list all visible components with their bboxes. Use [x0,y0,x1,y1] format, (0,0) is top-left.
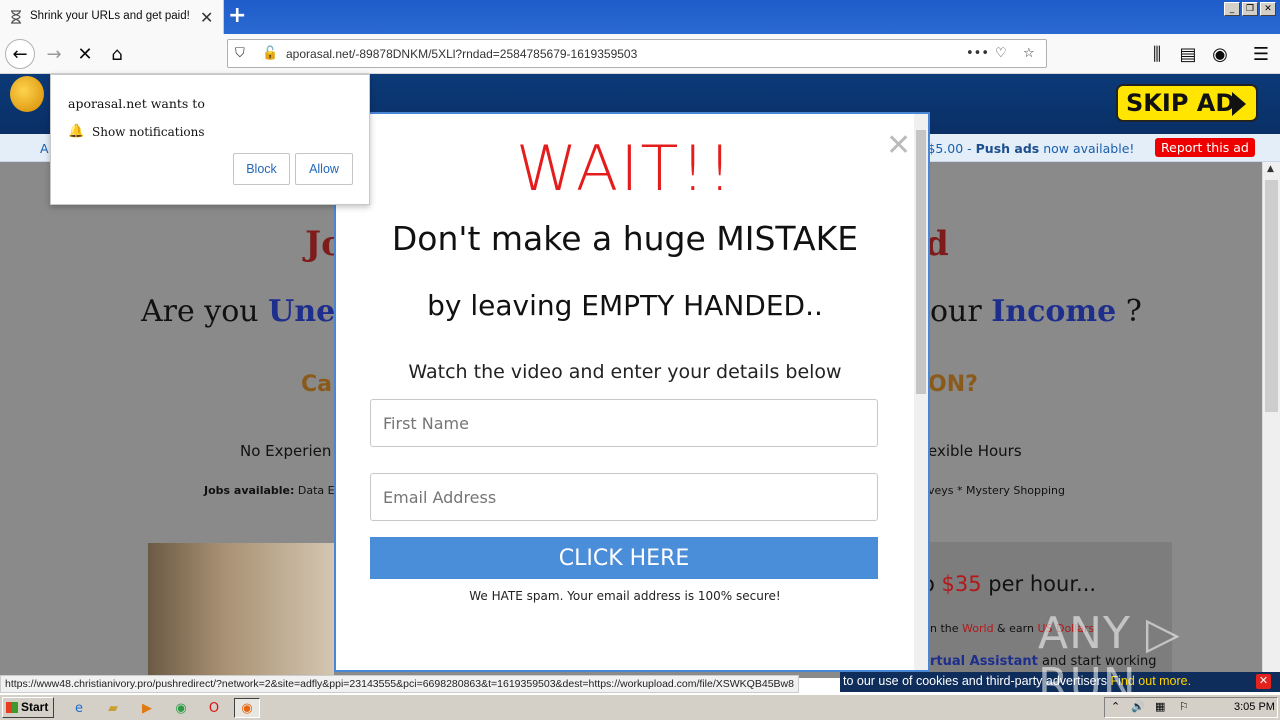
spam-note: We HATE spam. Your email address is 100%… [469,589,781,603]
jobs-right: veys * Mystery Shopping [928,484,1066,497]
window-controls: _ ❐ ✕ [1224,2,1276,16]
modal-scrollbar-thumb[interactable] [916,130,926,394]
modal-line-1: Don't make a huge MISTAKE [391,219,859,258]
bookshelf-photo [148,543,334,678]
volume-icon[interactable]: 🔊 [1131,700,1145,713]
click-here-button[interactable]: CLICK HERE [370,537,878,579]
modal-line-2: by leaving EMPTY HANDED.. [427,289,823,322]
url-text[interactable]: aporasal.net/-89878DNKM/5XLl?rndad=25847… [286,47,637,61]
menu-icon[interactable]: ☰ [1247,40,1275,68]
world-pre: n the [930,622,963,635]
sub-right-text: our [930,294,992,329]
gold-right: ON? [928,372,978,397]
notification-permission-popup: aporasal.net wants to 🔔 Show notificatio… [50,74,370,205]
bee-logo-icon [10,76,44,112]
notification-question: aporasal.net wants to [68,96,205,111]
account-icon[interactable]: ◉ [1206,40,1234,68]
exit-intent-modal: ✕ WAIT!! Don't make a huge MISTAKE by le… [334,112,930,672]
action-center-flag-icon[interactable]: ⚐ [1179,700,1189,713]
insecure-lock-icon[interactable]: 🔓 [262,46,278,61]
close-window-button[interactable]: ✕ [1260,2,1276,16]
network-icon[interactable]: ▦ [1155,700,1165,713]
back-icon[interactable]: ← [5,39,35,69]
ie-icon[interactable]: e [68,698,90,718]
play-arrow-icon [1232,92,1246,116]
forward-icon[interactable]: → [40,40,68,68]
home-icon[interactable]: ⌂ [103,40,131,68]
pocket-icon[interactable]: ♡ [995,46,1007,61]
start-label: Start [21,700,49,714]
feature-left: No Experien [240,442,332,460]
windows-taskbar: Start e ▰ ▶ ◉ O ◉ ⌃ 🔊 ▦ ⚐ 3:05 PM [0,694,1280,720]
modal-wait-heading: WAIT!! [515,132,735,205]
jobs-left: Jobs available: Data E [204,484,335,497]
media-player-icon[interactable]: ▶ [136,698,158,718]
stop-icon[interactable]: ✕ [71,40,99,68]
clock: 3:05 PM [1234,701,1275,713]
world-word: World [962,622,994,635]
sub-left-text: Are you [141,294,269,329]
page-actions-icon[interactable]: ••• [966,46,989,61]
pay-post: per hour... [981,572,1097,596]
modal-line-3: Watch the video and enter your details b… [408,361,842,383]
pay-rate: o $35 per hour... [922,572,1096,596]
feature-right: exible Hours [928,442,1022,460]
world-post: & earn [993,622,1038,635]
report-ad-button[interactable]: Report this ad [1155,138,1255,157]
jobs-left-text: Data E [294,484,335,497]
chrome-icon[interactable]: ◉ [170,698,192,718]
skip-ad-label: SKIP AD [1126,89,1236,117]
notification-permission-label: Show notifications [92,125,205,139]
first-name-input[interactable] [370,399,878,447]
promo-bold: Push ads [975,141,1040,156]
start-button[interactable]: Start [2,697,54,718]
minimize-button[interactable]: _ [1224,2,1240,16]
sub-right-tail: ? [1116,294,1142,329]
explorer-folder-icon[interactable]: ▰ [102,698,124,718]
tray-expand-icon[interactable]: ⌃ [1111,700,1120,713]
address-bar[interactable]: ⛉ 🔓 aporasal.net/-89878DNKM/5XLl?rndad=2… [227,39,1047,68]
sub-right-bold: Income [991,294,1117,329]
scroll-up-icon[interactable]: ▲ [1267,164,1274,174]
block-button[interactable]: Block [233,153,290,185]
navigation-toolbar: ← → ✕ ⌂ ⛉ 🔓 aporasal.net/-89878DNKM/5XLl… [0,34,1280,74]
allow-button[interactable]: Allow [295,153,353,185]
promo-left-text[interactable]: A [40,141,49,156]
status-bar-url: https://www48.christianivory.pro/pushred… [0,675,799,693]
jobs-label: Jobs available: [204,484,295,497]
bookmark-star-icon[interactable]: ☆ [1023,46,1035,61]
email-input[interactable] [370,473,878,521]
page-scrollbar-thumb[interactable] [1265,180,1278,412]
windows-logo-icon [6,702,18,713]
browser-tab[interactable]: Shrink your URLs and get paid! ✕ [0,0,224,34]
bell-icon: 🔔 [68,124,85,139]
restore-button[interactable]: ❐ [1242,2,1258,16]
opera-icon[interactable]: O [203,698,225,718]
modal-scrollbar[interactable] [914,114,928,670]
skip-ad-button[interactable]: SKIP AD [1116,84,1258,122]
shield-icon[interactable]: ⛉ [235,46,245,61]
tab-strip: Shrink your URLs and get paid! ✕ + _ ❐ ✕ [0,0,1280,34]
tab-title: Shrink your URLs and get paid! [30,10,190,22]
hourglass-icon [11,10,21,24]
promo-tail: now available! [1039,141,1135,156]
library-icon[interactable]: ⫼ [1143,40,1171,68]
close-tab-icon[interactable]: ✕ [200,8,213,27]
page-scrollbar[interactable]: ▲ [1262,162,1280,678]
pay-amount: $35 [941,572,982,596]
new-tab-icon[interactable]: + [228,3,246,28]
subheadline-right: our Income ? [930,294,1142,329]
gold-left: Ca [301,372,332,397]
va-bold: rtual Assistant [930,654,1038,669]
firefox-taskbar-icon[interactable]: ◉ [234,698,260,718]
sidebar-icon[interactable]: ▤ [1174,40,1202,68]
